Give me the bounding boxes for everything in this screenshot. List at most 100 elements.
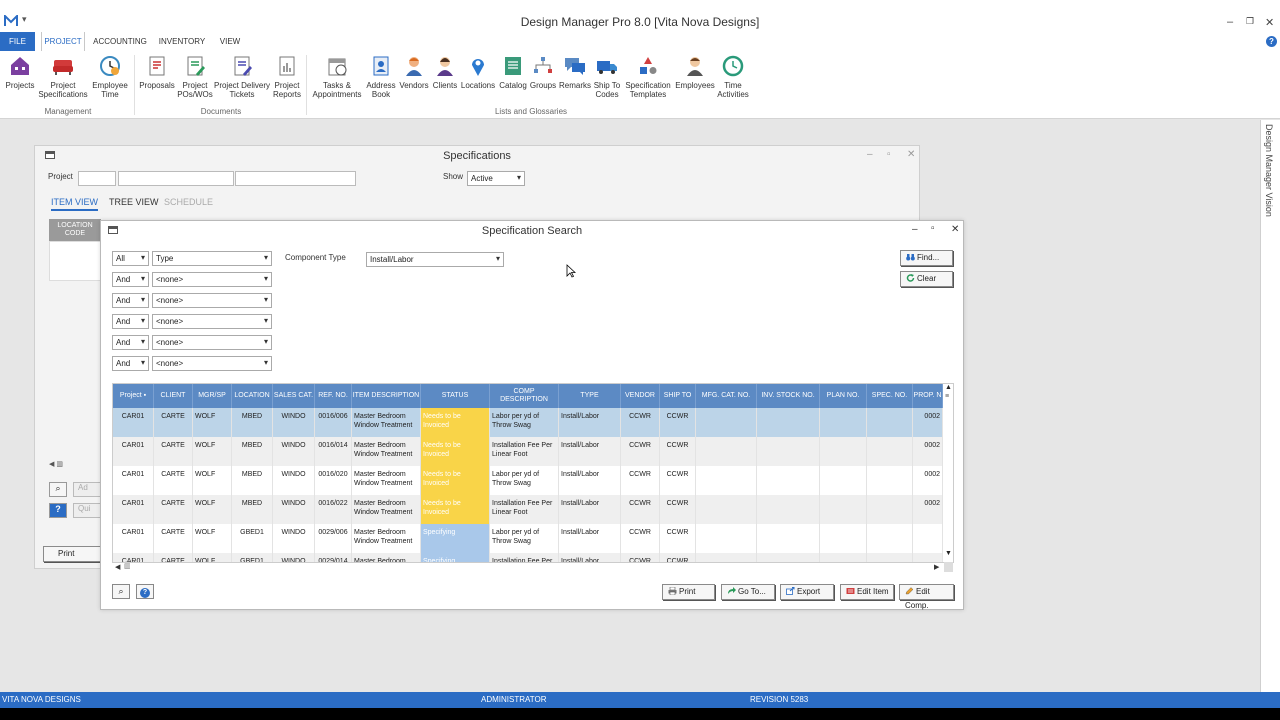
design-manager-vision-dock[interactable]: Design Manager Vision: [1260, 120, 1280, 692]
table-row[interactable]: CAR01 CARTE WOLF MBED WINDO 0016/020 Master Be…: [113, 466, 943, 495]
table-row[interactable]: CAR01 CARTE WOLF MBED WINDO 0016/006 Master Be…: [113, 408, 943, 437]
col-location[interactable]: LOCATION: [232, 384, 273, 408]
spec-help-icon[interactable]: ?: [49, 503, 67, 518]
tab-file[interactable]: FILE: [0, 32, 35, 51]
tab-schedule[interactable]: SCHEDULE: [164, 197, 213, 207]
criteria-op-6[interactable]: And: [112, 356, 149, 371]
search-minimize-button[interactable]: –: [912, 224, 918, 235]
col-client[interactable]: CLIENT: [154, 384, 193, 408]
table-row[interactable]: CAR01 CARTE WOLF MBED WINDO 0016/014 Master Be…: [113, 437, 943, 466]
time-activities-button[interactable]: Time Activities: [714, 54, 752, 99]
search-maximize-button[interactable]: ▫: [931, 223, 935, 234]
col-project[interactable]: Project ▪: [113, 384, 154, 408]
tab-tree-view[interactable]: TREE VIEW: [109, 197, 159, 207]
project-specifications-button[interactable]: Project Specifications: [38, 54, 88, 99]
search-help-button[interactable]: ?: [136, 584, 154, 599]
help-icon[interactable]: ?: [1266, 36, 1277, 47]
grid-print-button[interactable]: Print: [662, 584, 715, 600]
project-code-field[interactable]: [78, 171, 116, 186]
find-button[interactable]: Find...: [900, 250, 953, 266]
tab-inventory[interactable]: INVENTORY: [158, 32, 206, 51]
remarks-button[interactable]: Remarks: [558, 54, 592, 90]
spec-maximize-button[interactable]: ▫: [887, 149, 891, 160]
locations-button[interactable]: Locations: [460, 54, 496, 90]
col-ship-to[interactable]: SHIP TO: [660, 384, 696, 408]
criteria-field-2[interactable]: <none>: [152, 272, 272, 287]
minimize-button[interactable]: –: [1227, 16, 1233, 28]
restore-button[interactable]: ❐: [1246, 16, 1254, 27]
criteria-field-5[interactable]: <none>: [152, 335, 272, 350]
col-spec-no[interactable]: SPEC. NO.: [867, 384, 913, 408]
edit-comp-button[interactable]: Edit Comp.: [899, 584, 954, 610]
col-inv-stock-no[interactable]: INV. STOCK NO.: [757, 384, 820, 408]
show-select[interactable]: Active: [467, 171, 525, 186]
address-book-button[interactable]: Address Book: [364, 54, 398, 99]
edit-item-button[interactable]: Edit Item: [840, 584, 894, 600]
col-item-description[interactable]: ITEM DESCRIPTION: [352, 384, 421, 408]
criteria-op-5[interactable]: And: [112, 335, 149, 350]
projects-button[interactable]: Projects: [2, 54, 38, 90]
vendors-button[interactable]: Vendors: [398, 54, 430, 90]
col-status[interactable]: STATUS: [421, 384, 490, 408]
tasks-appointments-button[interactable]: Tasks & Appointments: [310, 54, 364, 99]
clear-button[interactable]: Clear: [900, 271, 953, 287]
grid-vertical-scrollbar[interactable]: ▲ ≡ ▼: [943, 384, 953, 562]
col-comp-description[interactable]: COMP DESCRIPTION: [490, 384, 559, 408]
export-button[interactable]: Export: [780, 584, 834, 600]
close-button[interactable]: ✕: [1265, 16, 1274, 29]
col-prop-no[interactable]: PROP. N: [913, 384, 943, 408]
tab-item-view[interactable]: ITEM VIEW: [51, 197, 98, 211]
grid-horizontal-scrollbar[interactable]: ◀ ▥ ▶: [112, 562, 954, 573]
proposals-button[interactable]: Proposals: [136, 54, 178, 90]
col-type[interactable]: TYPE: [559, 384, 621, 408]
scroll-down-icon[interactable]: ▼: [945, 550, 952, 557]
spec-quick-button[interactable]: Qui: [73, 503, 103, 518]
scroll-thumb-icon[interactable]: ≡: [945, 393, 949, 400]
employees-button[interactable]: Employees: [674, 54, 716, 90]
table-row[interactable]: CAR01 CARTE WOLF GBED1 WINDO 0029/006 Master B…: [113, 524, 943, 553]
col-mgr-sp[interactable]: MGR/SP: [193, 384, 232, 408]
spec-scroll-left[interactable]: ◀ ▥: [49, 460, 101, 470]
h-scroll-thumb-icon[interactable]: ▥: [124, 562, 131, 570]
employee-time-button[interactable]: Employee Time: [88, 54, 132, 99]
groups-button[interactable]: Groups: [528, 54, 558, 90]
criteria-field-1[interactable]: Type: [152, 251, 272, 266]
tab-project[interactable]: PROJECT: [41, 32, 85, 51]
col-vendor[interactable]: VENDOR: [621, 384, 660, 408]
spec-add-button[interactable]: Ad: [73, 482, 103, 497]
project-name-field[interactable]: [118, 171, 234, 186]
project-extra-field[interactable]: [235, 171, 356, 186]
spec-print-button[interactable]: Print: [43, 546, 101, 562]
search-close-button[interactable]: ✕: [951, 224, 959, 235]
spec-search-button[interactable]: ⌕: [49, 482, 67, 497]
ship-to-codes-button[interactable]: Ship To Codes: [592, 54, 622, 99]
project-reports-button[interactable]: Project Reports: [270, 54, 304, 99]
col-mfg-cat-no[interactable]: MFG. CAT. NO.: [696, 384, 757, 408]
catalog-button[interactable]: Catalog: [498, 54, 528, 90]
project-delivery-tickets-button[interactable]: Project Delivery Tickets: [212, 54, 272, 99]
tab-view[interactable]: VIEW: [216, 32, 244, 51]
tab-accounting[interactable]: ACCOUNTING: [92, 32, 148, 51]
search-magnify-button[interactable]: ⌕: [112, 584, 130, 599]
scroll-right-icon[interactable]: ▶: [934, 563, 939, 571]
criteria-field-3[interactable]: <none>: [152, 293, 272, 308]
col-sales-cat[interactable]: SALES CAT.: [273, 384, 315, 408]
table-row[interactable]: CAR01 CARTE WOLF MBED WINDO 0016/022 Master Be…: [113, 495, 943, 524]
spec-close-button[interactable]: ✕: [907, 149, 915, 160]
specification-templates-button[interactable]: Specification Templates: [622, 54, 674, 99]
scroll-up-icon[interactable]: ▲: [945, 384, 952, 391]
scroll-left-icon[interactable]: ◀: [115, 563, 120, 571]
criteria-op-4[interactable]: And: [112, 314, 149, 329]
col-plan-no[interactable]: PLAN NO.: [820, 384, 867, 408]
criteria-field-4[interactable]: <none>: [152, 314, 272, 329]
criteria-field-6[interactable]: <none>: [152, 356, 272, 371]
spec-minimize-button[interactable]: –: [867, 149, 873, 160]
col-ref-no[interactable]: REF. NO.: [315, 384, 352, 408]
criteria-op-2[interactable]: And: [112, 272, 149, 287]
goto-button[interactable]: Go To...: [721, 584, 775, 600]
clients-button[interactable]: Clients: [430, 54, 460, 90]
location-code-header[interactable]: LOCATION CODE: [49, 219, 101, 241]
project-pos-wos-button[interactable]: Project POs/WOs: [176, 54, 214, 99]
criteria-op-1[interactable]: All: [112, 251, 149, 266]
criteria-op-3[interactable]: And: [112, 293, 149, 308]
